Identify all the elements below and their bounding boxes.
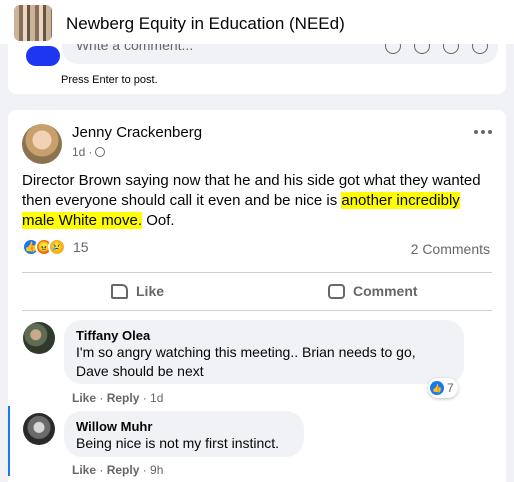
reaction-count: 15 xyxy=(73,239,89,255)
comment-actions: Like · Reply · 1d xyxy=(72,391,164,405)
input-icons xyxy=(385,44,488,54)
comment-reply-link[interactable]: Reply xyxy=(107,391,140,405)
comment-text: I'm so angry watching this meeting.. Bri… xyxy=(76,344,416,379)
comment-time[interactable]: 9h xyxy=(150,463,163,477)
like-reaction-icon: 👍 xyxy=(430,381,444,395)
comment-like-link[interactable]: Like xyxy=(72,391,96,405)
thumbs-up-icon xyxy=(111,283,128,299)
comment-placeholder: Write a comment... xyxy=(76,44,194,53)
comment-reactions[interactable]: 👍 7 xyxy=(428,378,458,398)
comment-bubble: Willow Muhr Being nice is not my first i… xyxy=(64,411,304,457)
comment-text: Being nice is not my first instinct. xyxy=(76,435,280,451)
sad-reaction-icon: 😢 xyxy=(48,238,66,256)
camera-icon[interactable] xyxy=(414,44,430,54)
comment-like-link[interactable]: Like xyxy=(72,463,96,477)
post-author[interactable]: Jenny Crackenberg xyxy=(72,124,202,141)
emoji-icon[interactable] xyxy=(385,44,401,54)
comment-actions: Like · Reply · 9h xyxy=(72,463,164,477)
comments-count[interactable]: 2 Comments xyxy=(411,241,490,257)
comment-reply-link[interactable]: Reply xyxy=(107,463,140,477)
comment-icon xyxy=(328,283,345,299)
user-avatar xyxy=(26,46,60,66)
gif-icon[interactable] xyxy=(443,44,459,54)
author-avatar[interactable] xyxy=(22,124,62,164)
reaction-summary[interactable]: 👍 😠 😢 15 xyxy=(22,238,89,256)
comment-bubble: Tiffany Olea I'm so angry watching this … xyxy=(64,320,464,384)
comment-time[interactable]: 1d xyxy=(150,391,163,405)
divider xyxy=(22,272,492,273)
group-title[interactable]: Newberg Equity in Education (NEEd) xyxy=(66,14,345,34)
thread-line xyxy=(8,406,10,476)
divider xyxy=(22,310,492,311)
post-time[interactable]: 1d xyxy=(72,145,85,159)
comment-input[interactable]: Write a comment... xyxy=(62,44,498,64)
sticker-icon[interactable] xyxy=(472,44,488,54)
more-options-icon[interactable] xyxy=(474,130,492,134)
comment-button[interactable]: Comment xyxy=(328,278,418,304)
post-meta: 1d · xyxy=(72,145,106,159)
post-text: Director Brown saying now that he and hi… xyxy=(22,172,481,229)
comment-author[interactable]: Tiffany Olea xyxy=(76,328,452,343)
post-card: Jenny Crackenberg 1d · Director Brown sa… xyxy=(8,110,506,482)
press-enter-hint: Press Enter to post. xyxy=(61,74,158,86)
comment-author[interactable]: Willow Muhr xyxy=(76,419,292,434)
group-header: Newberg Equity in Education (NEEd) xyxy=(0,0,514,44)
previous-post-composer: Write a comment... Press Enter to post. xyxy=(8,44,506,94)
globe-icon xyxy=(95,147,106,157)
like-button[interactable]: Like xyxy=(111,278,164,304)
comment-avatar[interactable] xyxy=(23,322,55,354)
group-cover-thumbnail[interactable] xyxy=(14,5,52,41)
comment-avatar[interactable] xyxy=(23,413,55,445)
